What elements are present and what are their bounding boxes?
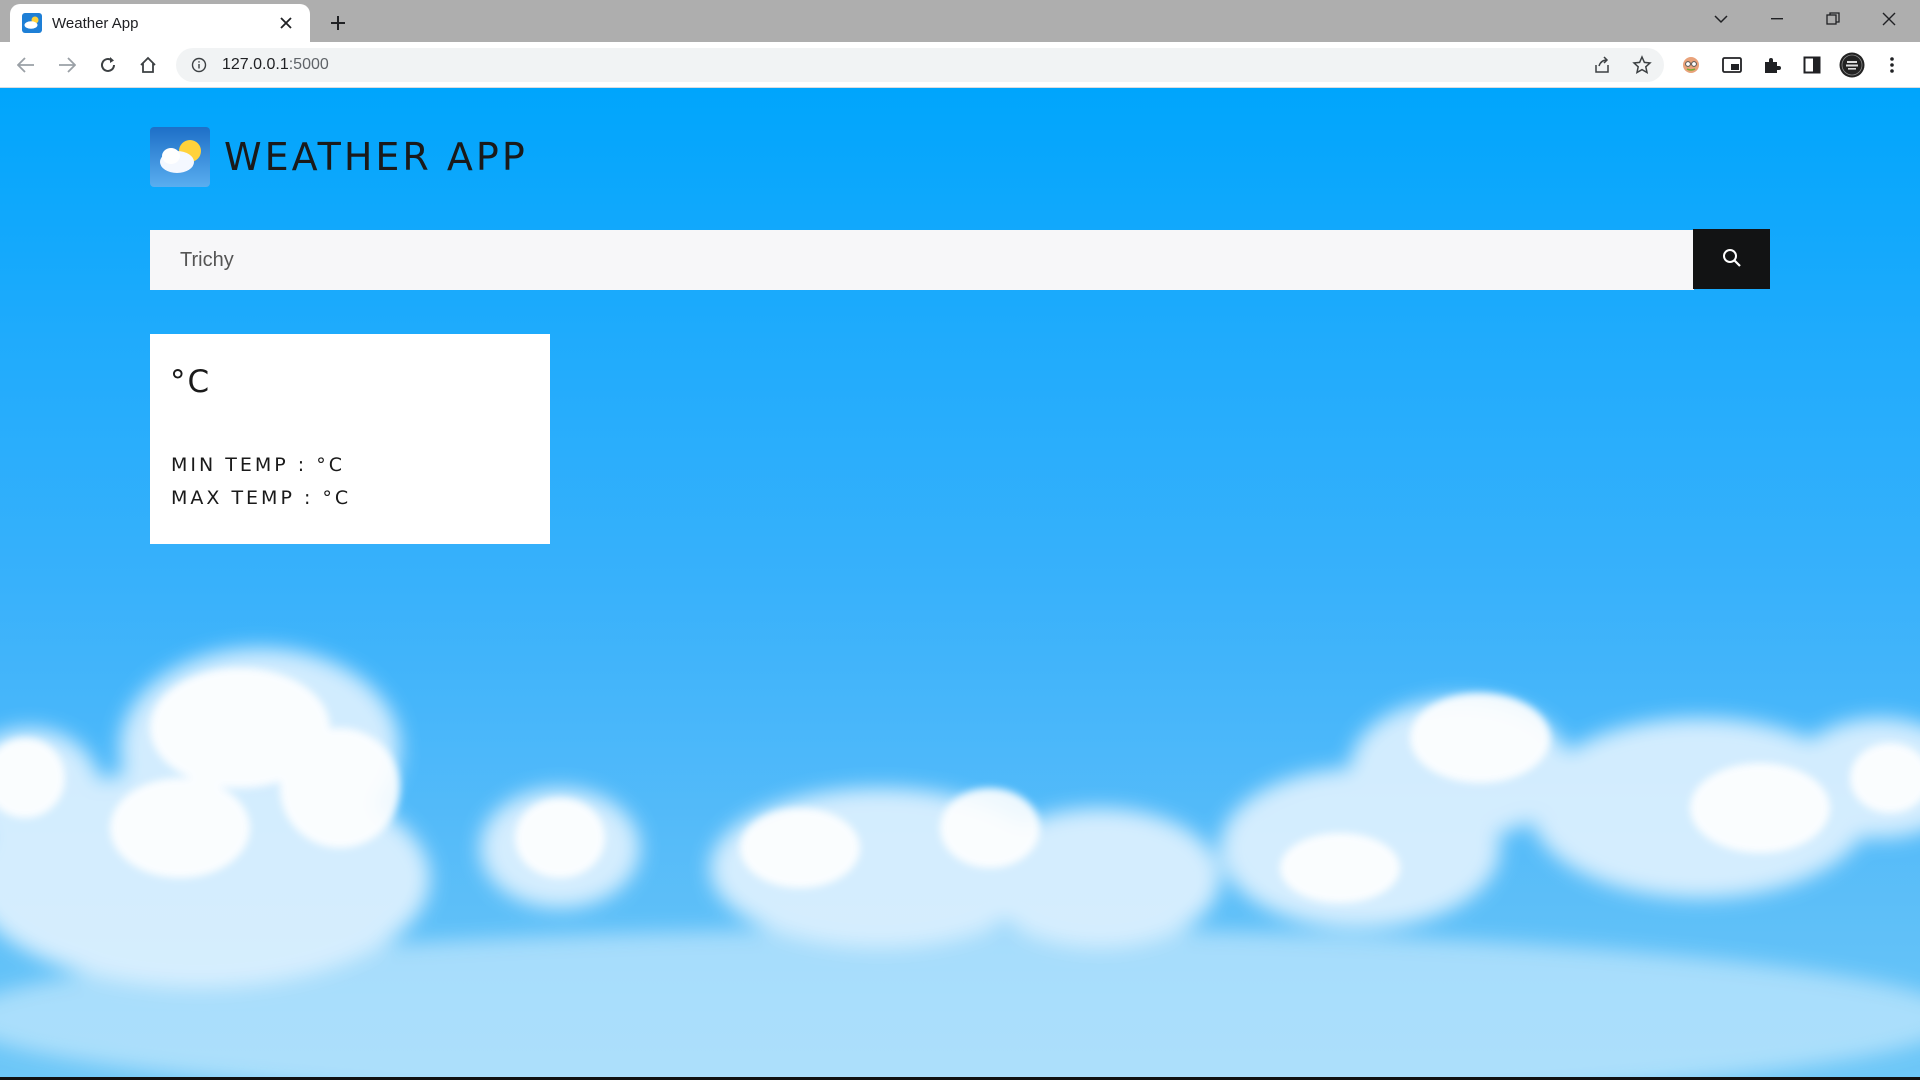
close-window-icon[interactable] [1861,0,1917,38]
extension-face-icon[interactable] [1677,51,1705,79]
max-temp: MAX TEMP : °C [171,487,352,509]
side-panel-icon[interactable] [1798,51,1826,79]
current-temperature: °C [170,364,212,400]
avatar[interactable] [1838,51,1866,79]
bookmark-star-icon[interactable] [1628,51,1656,79]
search-icon [1722,248,1742,271]
tab-title: Weather App [52,14,139,32]
reload-icon[interactable] [94,51,122,79]
site-info-icon[interactable] [190,56,208,74]
weather-page: WEATHER APP °C MIN TEMP : °C MAX TEMP : … [0,88,1920,1077]
weather-favicon-icon [22,13,42,33]
search-button[interactable] [1693,229,1770,289]
city-search-input[interactable] [150,230,1694,290]
back-arrow-icon[interactable] [12,51,40,79]
new-tab-plus-icon[interactable] [324,9,352,37]
browser-tab-strip: Weather App [0,0,1920,42]
picture-in-picture-icon[interactable] [1718,51,1746,79]
weather-card: °C MIN TEMP : °C MAX TEMP : °C [150,334,550,544]
restore-icon[interactable] [1805,0,1861,38]
kebab-menu-icon[interactable] [1878,51,1906,79]
tab-search-chevron-down-icon[interactable] [1693,0,1749,38]
home-icon[interactable] [134,51,162,79]
browser-toolbar: 127.0.0.1:5000 [0,42,1920,88]
url-host: 127.0.0.1 [222,56,289,73]
forward-arrow-icon[interactable] [53,51,81,79]
url-port: :5000 [288,56,329,73]
browser-tab[interactable]: Weather App [10,4,310,42]
minimize-icon[interactable] [1749,0,1805,38]
address-bar[interactable]: 127.0.0.1:5000 [176,48,1664,82]
close-tab-icon[interactable] [274,11,298,35]
url-text: 127.0.0.1:5000 [222,56,329,74]
share-icon[interactable] [1588,51,1616,79]
app-title: WEATHER APP [224,135,528,179]
min-temp: MIN TEMP : °C [171,454,345,476]
weather-logo-icon [150,127,210,187]
app-brand: WEATHER APP [150,127,528,187]
extensions-puzzle-icon[interactable] [1758,51,1786,79]
